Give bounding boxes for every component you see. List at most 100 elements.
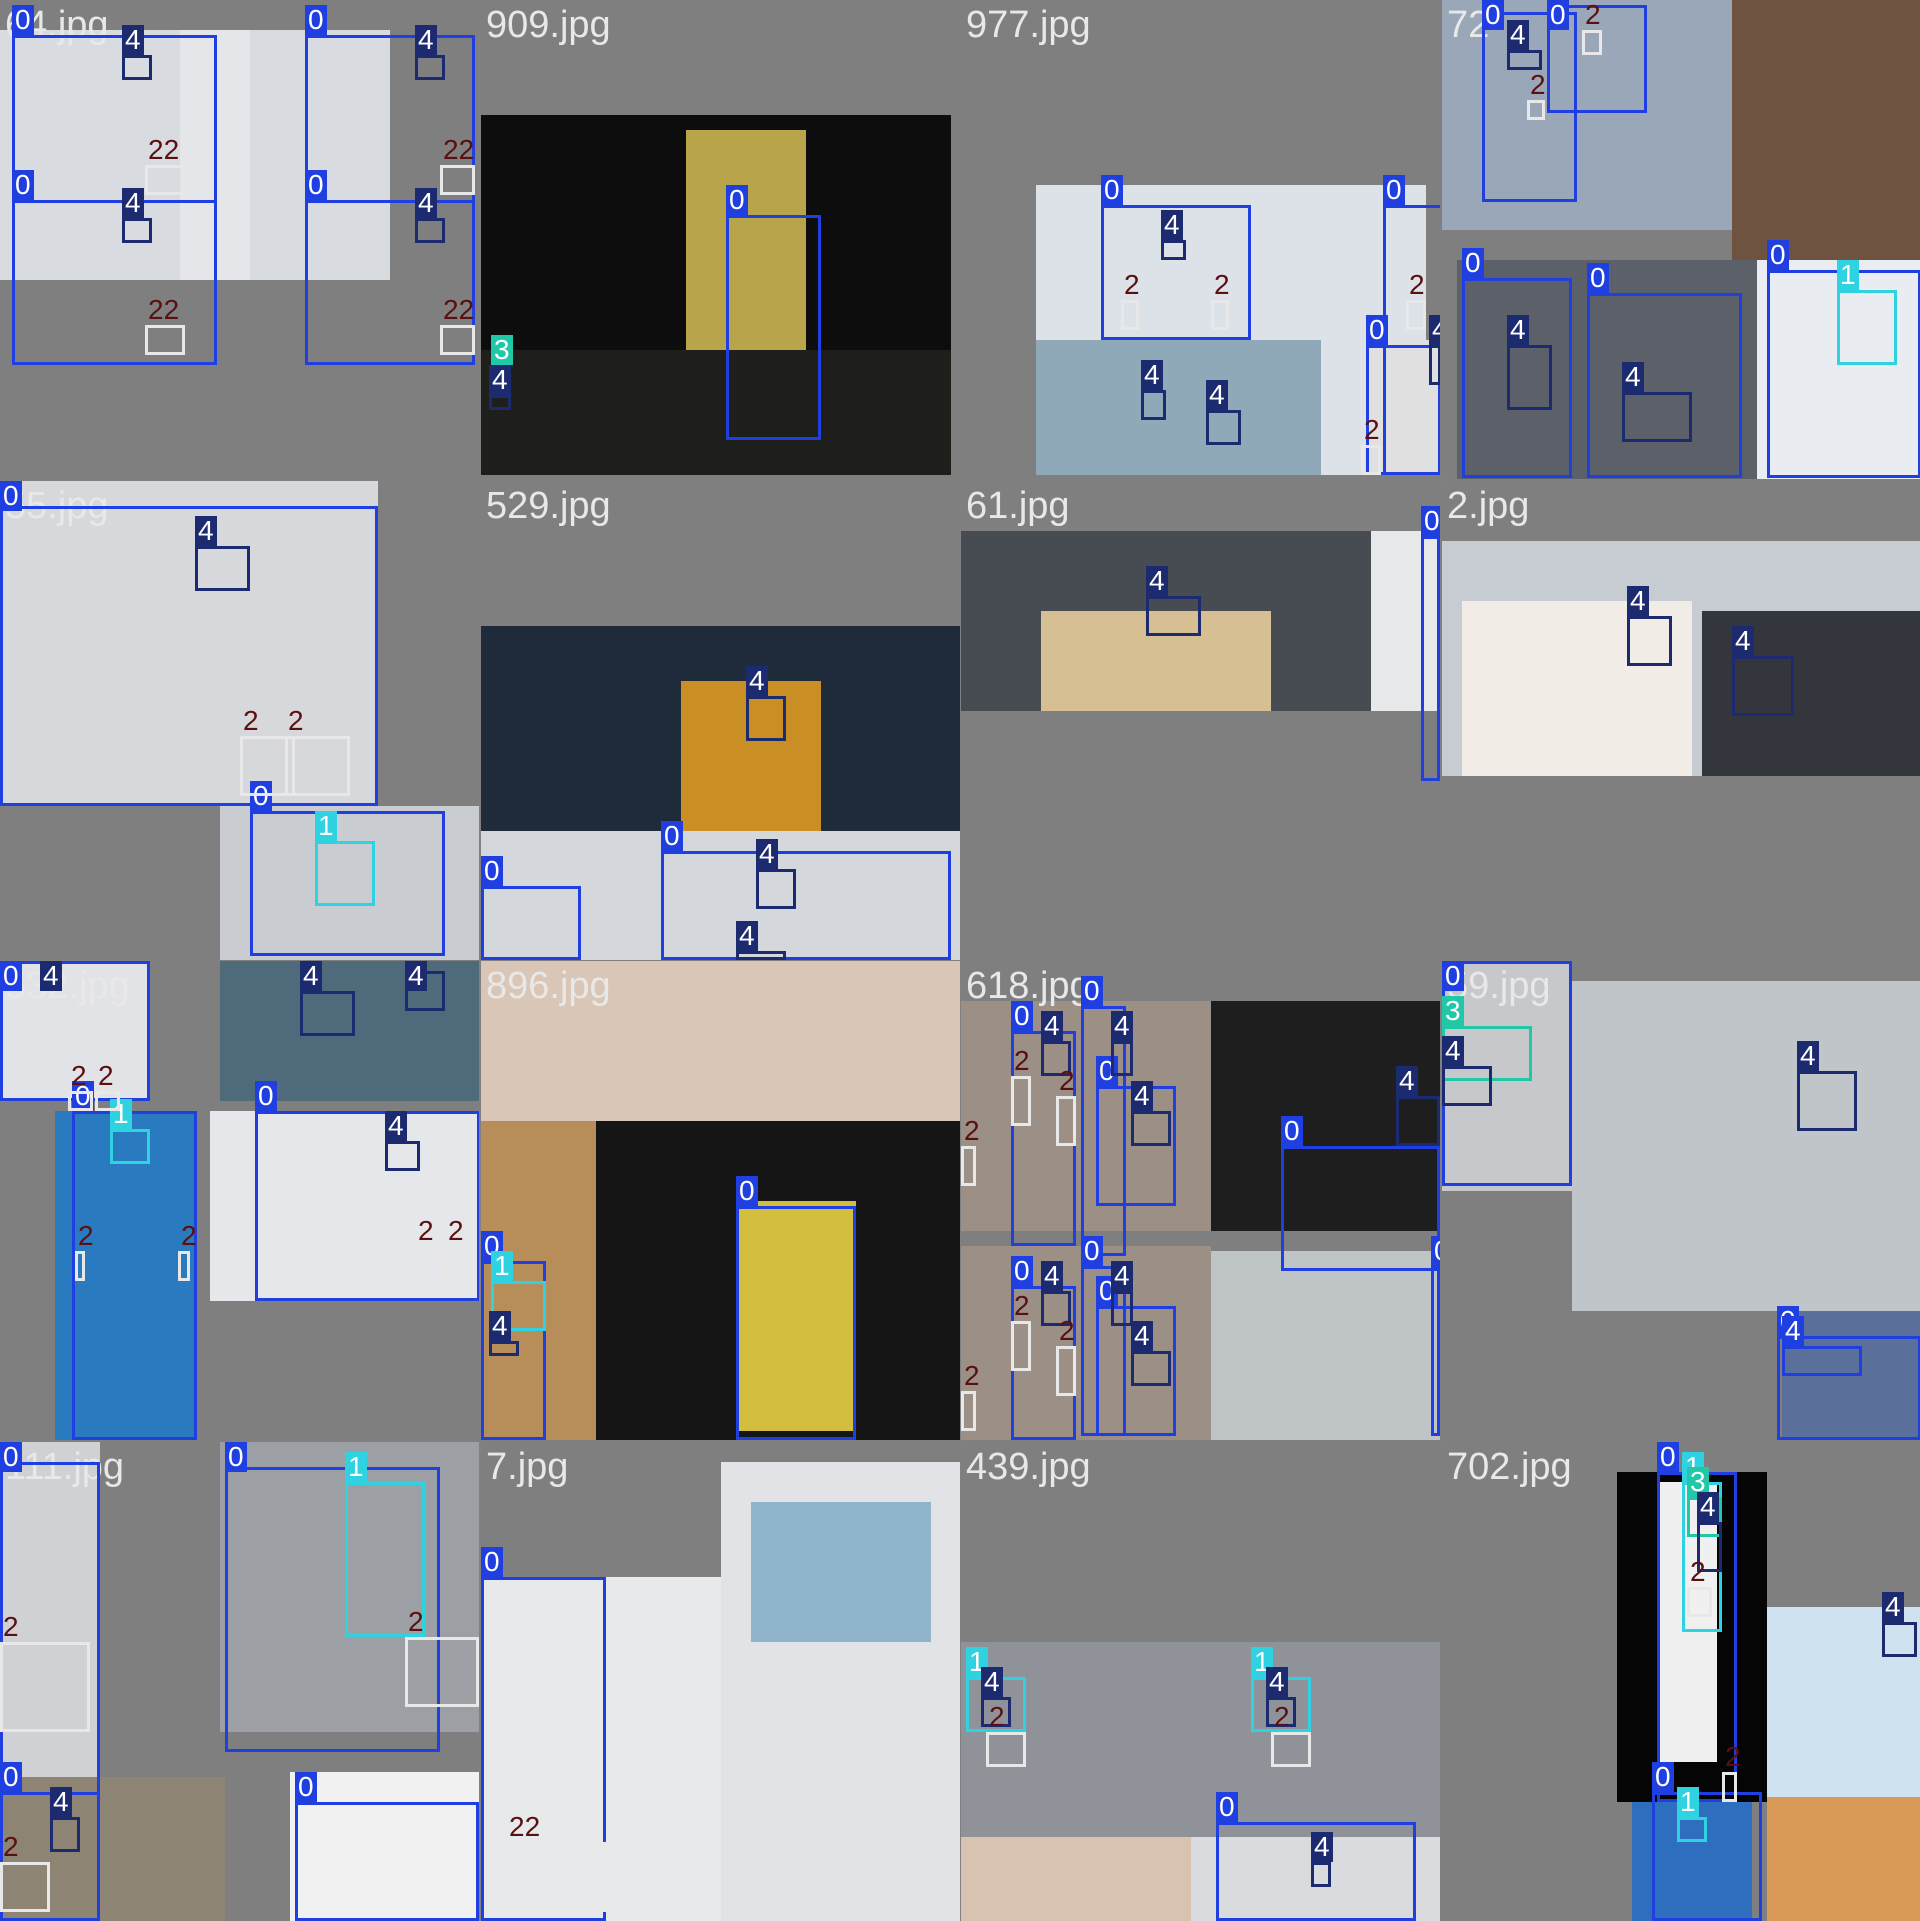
- bbox-class-4: [1111, 1291, 1133, 1326]
- bbox-class-2: [1056, 1346, 1076, 1396]
- bbox-label: 1: [1837, 260, 1859, 290]
- bbox-label: 0: [1652, 1762, 1674, 1792]
- bbox-label: 4: [1507, 20, 1529, 50]
- bbox-class-2: [961, 1146, 976, 1186]
- bbox-label: 2: [3, 1831, 19, 1862]
- mosaic-tile: 896.jpg 0 0 1 4: [481, 961, 960, 1440]
- photo-region: [1767, 1797, 1920, 1921]
- bbox-label: 2: [98, 1060, 114, 1091]
- bbox-class-2: [178, 1251, 190, 1281]
- bbox-class-4: [1797, 1071, 1857, 1131]
- mosaic-tile: 529.jpg 0 0 4 4 4: [481, 481, 960, 960]
- bbox-label: 4: [1041, 1011, 1063, 1041]
- bbox-label: 2: [1014, 1045, 1030, 1076]
- bbox-label: 4: [50, 1787, 72, 1817]
- bbox-class-2: [506, 1842, 606, 1912]
- bbox-class-4: [489, 1341, 519, 1356]
- bbox-label: 0: [0, 481, 22, 511]
- bbox-class-2: [415, 1246, 445, 1286]
- bbox-label: 1: [315, 811, 337, 841]
- bbox-label: 2: [989, 1701, 1005, 1732]
- photo-region: [961, 1837, 1191, 1921]
- photo-region: [1036, 340, 1321, 475]
- bbox-class-2: [1406, 300, 1426, 330]
- bbox-class-4: [736, 951, 786, 960]
- bbox-label: 4: [736, 921, 758, 951]
- mosaic-tile: 532.jpg 0 0 0 4 4 4 4 1 2 2 2 2 2 2: [0, 961, 479, 1440]
- bbox-label: 4: [1442, 1036, 1464, 1066]
- bbox-class-4: [1882, 1622, 1917, 1657]
- bbox-class-2: [95, 1091, 120, 1111]
- bbox-class-2: [1582, 30, 1602, 55]
- bbox-label: 2: [1059, 1065, 1075, 1096]
- bbox-class-2: [1361, 445, 1381, 475]
- bbox-label: 4: [415, 188, 437, 218]
- bbox-class-4: [1507, 345, 1552, 410]
- bbox-label: 4: [1146, 566, 1168, 596]
- bbox-label: 0: [481, 856, 503, 886]
- bbox-label: 0: [1081, 1236, 1103, 1266]
- bbox-label: 4: [746, 666, 768, 696]
- mosaic-tile: 909.jpg 0 3 4: [481, 0, 960, 479]
- bbox-label: 0: [1587, 263, 1609, 293]
- bbox-label: 4: [1311, 1832, 1333, 1862]
- bbox-label: 0: [1011, 1256, 1033, 1286]
- bbox-label: 4: [1622, 362, 1644, 392]
- bbox-label: 4: [1697, 1492, 1719, 1522]
- bbox-label: 1: [1677, 1787, 1699, 1817]
- bbox-class-4: [1131, 1351, 1171, 1386]
- bbox-label: 0: [481, 1547, 503, 1577]
- bbox-label: 0: [12, 170, 34, 200]
- bbox-class-4: [195, 546, 250, 591]
- bbox-label: 0: [1011, 1001, 1033, 1031]
- bbox-label: 0: [1383, 175, 1405, 205]
- mosaic-tile: 59.jpg004344: [1442, 961, 1920, 1440]
- bbox-label: 4: [489, 1311, 511, 1341]
- bbox-class-1: [315, 841, 375, 906]
- bbox-label: 0: [1431, 1236, 1440, 1266]
- tile-filename: 7.jpg: [486, 1446, 569, 1488]
- bbox-class-2: [75, 1251, 85, 1281]
- bbox-class-2: [145, 325, 185, 355]
- bbox-label: 2: [1014, 1290, 1030, 1321]
- bbox-class-4: [756, 869, 796, 909]
- bbox-class-2: [440, 165, 475, 195]
- bbox-class-0: [12, 200, 217, 365]
- bbox-class-4: [122, 218, 152, 243]
- bbox-class-2: [1121, 300, 1139, 330]
- bbox-class-4: [1627, 616, 1672, 666]
- bbox-class-2: [1056, 1096, 1076, 1146]
- bbox-class-4: [122, 55, 152, 80]
- bbox-label: 2: [418, 1215, 434, 1246]
- bbox-class-4: [1146, 596, 1201, 636]
- bbox-label: 4: [1161, 210, 1183, 240]
- tile-filename: 896.jpg: [486, 965, 611, 1007]
- bbox-label: 0: [1281, 1116, 1303, 1146]
- tile-filename: 61.jpg: [966, 485, 1070, 527]
- bbox-label: 0: [1462, 248, 1484, 278]
- mosaic-tile: 111.jpg 0 0 0 0 1 4 2 2 2: [0, 1442, 479, 1921]
- bbox-class-2: [986, 1732, 1026, 1767]
- bbox-label: 2: [243, 705, 259, 736]
- bbox-label: 22: [443, 134, 475, 165]
- bbox-class-0: [1281, 1146, 1440, 1271]
- bbox-label: 2: [1364, 414, 1380, 445]
- bbox-label: 4: [1141, 360, 1163, 390]
- bbox-class-4: [1622, 392, 1692, 442]
- bbox-label: 0: [295, 1772, 317, 1802]
- bbox-class-4: [1161, 240, 1186, 260]
- bbox-label: 0: [1421, 506, 1440, 536]
- bbox-label: 1: [491, 1251, 513, 1281]
- bbox-label: 0: [305, 170, 327, 200]
- bbox-class-4: [385, 1141, 420, 1171]
- photo-region: [1732, 0, 1920, 260]
- bbox-class-4: [1131, 1111, 1171, 1146]
- bbox-class-4: [1206, 410, 1241, 445]
- bbox-class-2: [1011, 1321, 1031, 1371]
- bbox-label: 4: [1507, 315, 1529, 345]
- bbox-label: 2: [3, 1611, 19, 1642]
- bbox-class-0: [295, 1802, 479, 1921]
- bbox-label: 4: [981, 1667, 1003, 1697]
- bbox-label: 0: [255, 1081, 277, 1111]
- bbox-label: 4: [122, 25, 144, 55]
